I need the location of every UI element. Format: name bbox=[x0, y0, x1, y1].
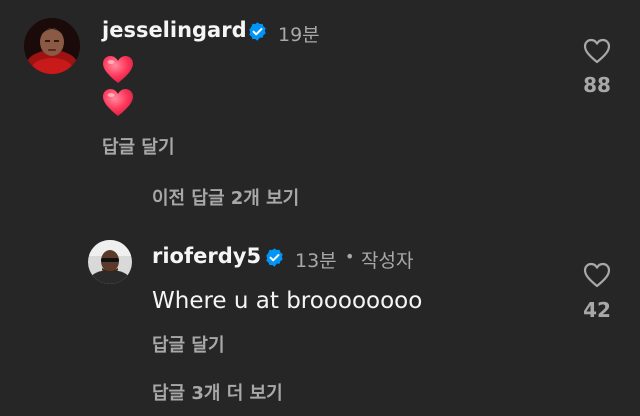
like-button-heart-icon[interactable] bbox=[583, 262, 611, 288]
avatar-image bbox=[88, 240, 132, 284]
view-more-replies-button[interactable]: 답글 3개 더 보기 bbox=[152, 379, 283, 405]
reply-button[interactable]: 답글 달기 bbox=[102, 133, 175, 159]
avatar-image bbox=[24, 18, 80, 74]
like-button-heart-icon[interactable] bbox=[583, 38, 611, 64]
verified-badge-icon bbox=[247, 21, 268, 42]
like-count: 88 bbox=[583, 73, 611, 97]
avatar[interactable] bbox=[88, 240, 132, 284]
reply-button[interactable]: 답글 달기 bbox=[152, 331, 225, 357]
verified-badge-icon bbox=[264, 247, 285, 268]
like-count: 42 bbox=[583, 298, 611, 322]
timestamp: 13분 bbox=[295, 250, 337, 272]
timestamp: 19분 bbox=[278, 24, 320, 46]
heart-emoji-2 bbox=[102, 88, 134, 118]
author-badge: 작성자 bbox=[361, 250, 414, 272]
avatar[interactable] bbox=[24, 18, 80, 74]
separator-dot: • bbox=[345, 247, 355, 266]
heart-emoji-1 bbox=[102, 55, 134, 85]
comment-text: Where u at broooooooo bbox=[152, 288, 423, 314]
username[interactable]: rioferdy5 bbox=[152, 244, 261, 268]
username[interactable]: jesselingard bbox=[102, 18, 247, 42]
view-previous-replies-button[interactable]: 이전 답글 2개 보기 bbox=[152, 184, 299, 210]
